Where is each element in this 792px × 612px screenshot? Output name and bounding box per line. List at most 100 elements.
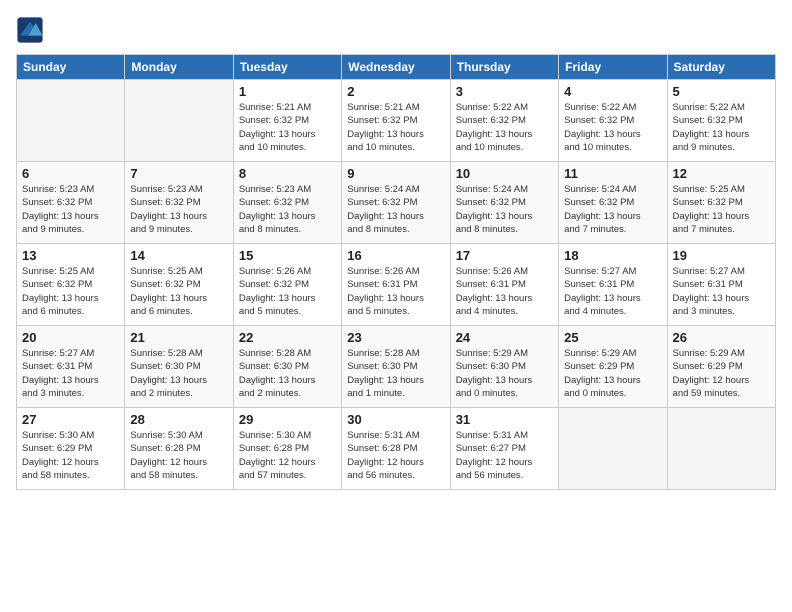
day-detail: Sunrise: 5:26 AM Sunset: 6:31 PM Dayligh… [347, 265, 444, 318]
day-detail: Sunrise: 5:29 AM Sunset: 6:29 PM Dayligh… [673, 347, 770, 400]
day-number: 23 [347, 330, 444, 345]
day-detail: Sunrise: 5:27 AM Sunset: 6:31 PM Dayligh… [22, 347, 119, 400]
day-cell: 2 Sunrise: 5:21 AM Sunset: 6:32 PM Daylig… [342, 80, 450, 162]
day-cell: 25 Sunrise: 5:29 AM Sunset: 6:29 PM Dayli… [559, 326, 667, 408]
day-number: 3 [456, 84, 553, 99]
day-cell: 8Sunrise: 5:23 AM Sunset: 6:32 PM Daylig… [233, 162, 341, 244]
day-detail: Sunrise: 5:24 AM Sunset: 6:32 PM Dayligh… [347, 183, 444, 236]
day-cell: 19 Sunrise: 5:27 AM Sunset: 6:31 PM Dayli… [667, 244, 775, 326]
day-number: 19 [673, 248, 770, 263]
week-row-4: 20 Sunrise: 5:27 AM Sunset: 6:31 PM Dayli… [17, 326, 776, 408]
day-cell: 11 Sunrise: 5:24 AM Sunset: 6:32 PM Dayli… [559, 162, 667, 244]
day-detail: Sunrise: 5:23 AM Sunset: 6:32 PM Dayligh… [22, 183, 119, 236]
day-cell: 18 Sunrise: 5:27 AM Sunset: 6:31 PM Dayli… [559, 244, 667, 326]
day-number: 14 [130, 248, 227, 263]
day-detail: Sunrise: 5:23 AM Sunset: 6:32 PM Dayligh… [130, 183, 227, 236]
day-detail: Sunrise: 5:25 AM Sunset: 6:32 PM Dayligh… [130, 265, 227, 318]
day-number: 31 [456, 412, 553, 427]
day-detail: Sunrise: 5:30 AM Sunset: 6:28 PM Dayligh… [239, 429, 336, 482]
day-number: 25 [564, 330, 661, 345]
day-number: 11 [564, 166, 661, 181]
week-row-2: 6Sunrise: 5:23 AM Sunset: 6:32 PM Daylig… [17, 162, 776, 244]
day-detail: Sunrise: 5:29 AM Sunset: 6:29 PM Dayligh… [564, 347, 661, 400]
col-header-friday: Friday [559, 55, 667, 80]
week-row-1: 1 Sunrise: 5:21 AM Sunset: 6:32 PM Daylig… [17, 80, 776, 162]
day-number: 12 [673, 166, 770, 181]
day-detail: Sunrise: 5:25 AM Sunset: 6:32 PM Dayligh… [22, 265, 119, 318]
day-number: 7 [130, 166, 227, 181]
day-cell: 3 Sunrise: 5:22 AM Sunset: 6:32 PM Daylig… [450, 80, 558, 162]
col-header-thursday: Thursday [450, 55, 558, 80]
day-cell: 31 Sunrise: 5:31 AM Sunset: 6:27 PM Dayli… [450, 408, 558, 490]
col-header-saturday: Saturday [667, 55, 775, 80]
calendar-table: SundayMondayTuesdayWednesdayThursdayFrid… [16, 54, 776, 490]
day-number: 4 [564, 84, 661, 99]
day-detail: Sunrise: 5:22 AM Sunset: 6:32 PM Dayligh… [564, 101, 661, 154]
day-number: 20 [22, 330, 119, 345]
day-number: 22 [239, 330, 336, 345]
day-number: 24 [456, 330, 553, 345]
day-detail: Sunrise: 5:21 AM Sunset: 6:32 PM Dayligh… [347, 101, 444, 154]
day-number: 18 [564, 248, 661, 263]
day-cell: 14 Sunrise: 5:25 AM Sunset: 6:32 PM Dayli… [125, 244, 233, 326]
day-number: 2 [347, 84, 444, 99]
col-header-wednesday: Wednesday [342, 55, 450, 80]
day-cell [17, 80, 125, 162]
day-cell: 30Sunrise: 5:31 AM Sunset: 6:28 PM Dayli… [342, 408, 450, 490]
day-cell [667, 408, 775, 490]
day-cell: 20 Sunrise: 5:27 AM Sunset: 6:31 PM Dayli… [17, 326, 125, 408]
day-number: 9 [347, 166, 444, 181]
day-detail: Sunrise: 5:22 AM Sunset: 6:32 PM Dayligh… [456, 101, 553, 154]
day-number: 13 [22, 248, 119, 263]
day-cell: 29Sunrise: 5:30 AM Sunset: 6:28 PM Dayli… [233, 408, 341, 490]
day-detail: Sunrise: 5:29 AM Sunset: 6:30 PM Dayligh… [456, 347, 553, 400]
day-detail: Sunrise: 5:25 AM Sunset: 6:32 PM Dayligh… [673, 183, 770, 236]
day-cell: 28 Sunrise: 5:30 AM Sunset: 6:28 PM Dayli… [125, 408, 233, 490]
day-cell: 9 Sunrise: 5:24 AM Sunset: 6:32 PM Daylig… [342, 162, 450, 244]
day-cell [125, 80, 233, 162]
day-number: 27 [22, 412, 119, 427]
day-number: 21 [130, 330, 227, 345]
day-cell: 12 Sunrise: 5:25 AM Sunset: 6:32 PM Dayli… [667, 162, 775, 244]
day-detail: Sunrise: 5:31 AM Sunset: 6:27 PM Dayligh… [456, 429, 553, 482]
day-detail: Sunrise: 5:28 AM Sunset: 6:30 PM Dayligh… [347, 347, 444, 400]
day-detail: Sunrise: 5:22 AM Sunset: 6:32 PM Dayligh… [673, 101, 770, 154]
day-cell: 7 Sunrise: 5:23 AM Sunset: 6:32 PM Daylig… [125, 162, 233, 244]
logo [16, 16, 48, 44]
day-detail: Sunrise: 5:24 AM Sunset: 6:32 PM Dayligh… [564, 183, 661, 236]
day-cell: 15 Sunrise: 5:26 AM Sunset: 6:32 PM Dayli… [233, 244, 341, 326]
day-detail: Sunrise: 5:26 AM Sunset: 6:32 PM Dayligh… [239, 265, 336, 318]
week-row-3: 13 Sunrise: 5:25 AM Sunset: 6:32 PM Dayli… [17, 244, 776, 326]
day-number: 15 [239, 248, 336, 263]
day-cell: 27 Sunrise: 5:30 AM Sunset: 6:29 PM Dayli… [17, 408, 125, 490]
day-number: 26 [673, 330, 770, 345]
col-header-tuesday: Tuesday [233, 55, 341, 80]
day-detail: Sunrise: 5:27 AM Sunset: 6:31 PM Dayligh… [564, 265, 661, 318]
day-number: 1 [239, 84, 336, 99]
day-detail: Sunrise: 5:21 AM Sunset: 6:32 PM Dayligh… [239, 101, 336, 154]
day-cell: 24 Sunrise: 5:29 AM Sunset: 6:30 PM Dayli… [450, 326, 558, 408]
day-cell: 1 Sunrise: 5:21 AM Sunset: 6:32 PM Daylig… [233, 80, 341, 162]
day-cell: 10Sunrise: 5:24 AM Sunset: 6:32 PM Dayli… [450, 162, 558, 244]
day-detail: Sunrise: 5:28 AM Sunset: 6:30 PM Dayligh… [239, 347, 336, 400]
day-cell: 16 Sunrise: 5:26 AM Sunset: 6:31 PM Dayli… [342, 244, 450, 326]
col-header-sunday: Sunday [17, 55, 125, 80]
col-header-monday: Monday [125, 55, 233, 80]
day-cell [559, 408, 667, 490]
day-number: 8 [239, 166, 336, 181]
day-number: 5 [673, 84, 770, 99]
day-cell: 23 Sunrise: 5:28 AM Sunset: 6:30 PM Dayli… [342, 326, 450, 408]
day-number: 28 [130, 412, 227, 427]
day-detail: Sunrise: 5:28 AM Sunset: 6:30 PM Dayligh… [130, 347, 227, 400]
day-cell: 17Sunrise: 5:26 AM Sunset: 6:31 PM Dayli… [450, 244, 558, 326]
day-detail: Sunrise: 5:27 AM Sunset: 6:31 PM Dayligh… [673, 265, 770, 318]
day-detail: Sunrise: 5:31 AM Sunset: 6:28 PM Dayligh… [347, 429, 444, 482]
day-detail: Sunrise: 5:30 AM Sunset: 6:29 PM Dayligh… [22, 429, 119, 482]
day-detail: Sunrise: 5:30 AM Sunset: 6:28 PM Dayligh… [130, 429, 227, 482]
day-cell: 21 Sunrise: 5:28 AM Sunset: 6:30 PM Dayli… [125, 326, 233, 408]
day-detail: Sunrise: 5:24 AM Sunset: 6:32 PM Dayligh… [456, 183, 553, 236]
header-row: SundayMondayTuesdayWednesdayThursdayFrid… [17, 55, 776, 80]
day-number: 16 [347, 248, 444, 263]
week-row-5: 27 Sunrise: 5:30 AM Sunset: 6:29 PM Dayli… [17, 408, 776, 490]
day-cell: 5 Sunrise: 5:22 AM Sunset: 6:32 PM Daylig… [667, 80, 775, 162]
